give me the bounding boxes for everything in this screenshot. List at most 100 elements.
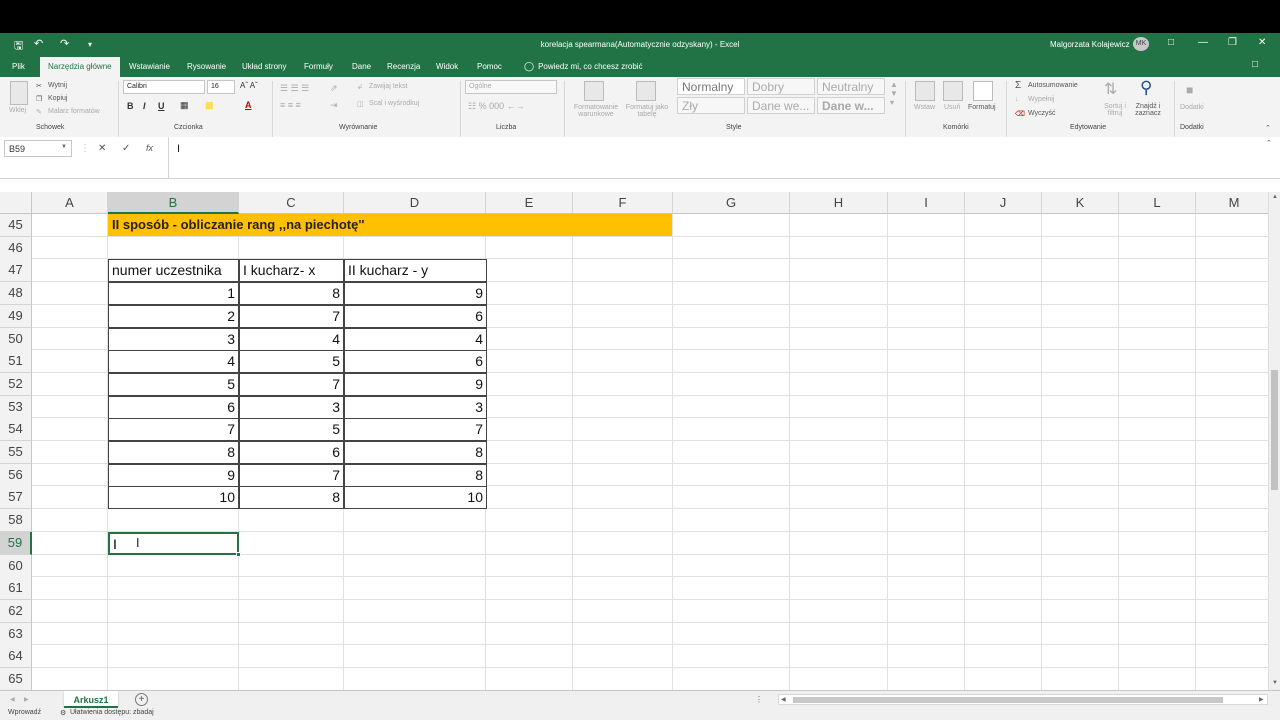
collapse-ribbon-icon[interactable]: ⌃ [1265,124,1271,132]
accessibility-status[interactable]: Ułatwienia dostępu: zbadaj [70,709,154,716]
font-name-select[interactable]: Calibri [123,80,205,94]
bold-button[interactable]: B [127,101,134,111]
row-header-65[interactable]: 65 [0,668,32,690]
splitter-icon[interactable]: ⋮ [755,695,763,704]
style-good[interactable]: Dobry [747,78,815,95]
style-neutral[interactable]: Neutralny [817,78,885,95]
styles-scroll-icon[interactable]: ▲ ▼ ▾ [890,80,898,107]
tab-review[interactable]: Recenzja [387,62,420,71]
clear-icon[interactable]: ⌫ [1015,110,1025,118]
format-painter-button[interactable]: Malarz formatów [48,108,100,115]
row-header-61[interactable]: 61 [0,577,32,601]
row-header-56[interactable]: 56 [0,463,32,487]
row-header-63[interactable]: 63 [0,622,32,646]
row-header-59[interactable]: 59 [0,531,32,555]
table-cell[interactable]: 7 [108,418,239,442]
confirm-entry-icon[interactable]: ✓ [122,143,130,154]
align-top-icon[interactable]: ☰ ☰ ☰ [280,83,309,94]
scroll-down-icon[interactable]: ▼ [1272,680,1278,686]
tab-draw[interactable]: Rysowanie [187,62,226,71]
name-box[interactable]: B59 ▼ [4,140,72,157]
row-header-54[interactable]: 54 [0,418,32,442]
scroll-up-icon[interactable]: ▲ [1272,194,1278,200]
horizontal-scrollbar[interactable]: ◀ ▶ [778,694,1268,705]
format-cells-icon[interactable] [973,81,993,101]
currency-icon[interactable]: ☷ % 000 ←→ [468,101,525,112]
addins-button[interactable]: Dodatki [1180,104,1204,111]
column-header-i[interactable]: I [888,192,965,214]
row-header-62[interactable]: 62 [0,599,32,623]
table-cell[interactable]: 1 [108,282,239,306]
row-header-53[interactable]: 53 [0,395,32,419]
cut-icon[interactable]: ✂ [36,82,42,90]
table-cell[interactable]: 4 [239,327,344,351]
table-header-cell[interactable]: II kucharz - y [344,259,487,283]
tab-formulas[interactable]: Formuły [304,62,333,71]
formula-input[interactable]: I [168,137,1268,179]
style-normal[interactable]: Normalny [677,78,745,95]
borders-icon[interactable]: ▦ [180,100,189,111]
column-header-j[interactable]: J [965,192,1042,214]
ribbon-display-icon[interactable]: □ [1168,37,1174,48]
table-cell[interactable]: 9 [344,372,487,396]
accessibility-icon[interactable]: ⚙ [60,709,66,717]
wrap-text-button[interactable]: Zawijaj tekst [369,83,408,90]
format-cells-button[interactable]: Formatuj [968,104,996,111]
next-sheet-icon[interactable]: ▶ [24,696,29,703]
tell-me-search[interactable]: ◯ Powiedz mi, co chcesz zrobić [524,61,643,72]
tab-help[interactable]: Pomoc [477,62,502,71]
font-size-select[interactable]: 16 [207,80,235,94]
addins-icon[interactable]: ■ [1186,83,1193,97]
select-all-corner[interactable] [0,192,32,214]
find-select-icon[interactable]: ⚲ [1140,78,1152,98]
vertical-scrollbar[interactable]: ▲ ▼ [1268,192,1280,690]
table-cell[interactable]: 8 [344,441,487,464]
merge-icon[interactable]: ◫ [357,100,364,108]
expand-formula-bar-icon[interactable]: ⌃ [1266,139,1272,147]
scroll-left-icon[interactable]: ◀ [781,696,786,703]
delete-cells-button[interactable]: Usuń [944,104,960,111]
conditional-formatting-icon[interactable] [584,81,604,101]
table-cell[interactable]: 8 [108,441,239,464]
column-header-f[interactable]: F [573,192,673,214]
table-cell[interactable]: 9 [344,282,487,306]
prev-sheet-icon[interactable]: ◀ [10,696,15,703]
table-cell[interactable]: 9 [108,463,239,487]
table-cell[interactable]: 8 [239,486,344,510]
row-header-45[interactable]: 45 [0,214,32,237]
sort-filter-button[interactable]: Sortuj i filtruj [1100,103,1130,117]
tab-page-layout[interactable]: Układ strony [242,62,286,71]
autosum-button[interactable]: Autosumowanie [1028,82,1078,89]
vertical-scroll-thumb[interactable] [1271,370,1278,490]
font-color-button[interactable]: A [245,100,252,110]
table-cell[interactable]: 6 [108,395,239,419]
paste-button[interactable]: Wklej [9,107,26,114]
tab-home[interactable]: Narzędzia główne [40,57,120,77]
table-cell[interactable]: 5 [108,372,239,396]
table-cell[interactable]: 7 [239,372,344,396]
delete-cells-icon[interactable] [943,81,963,101]
row-header-48[interactable]: 48 [0,282,32,306]
table-header-cell[interactable]: I kucharz- x [239,259,344,283]
style-output[interactable]: Dane w... [817,97,885,114]
table-cell[interactable]: 7 [239,304,344,328]
merge-center-button[interactable]: Scal i wyśrodkuj [369,100,419,107]
number-format-select[interactable]: Ogólne [465,80,557,94]
insert-function-icon[interactable]: fx [146,143,153,153]
conditional-formatting-button[interactable]: Formatowanie warunkowe [568,104,624,118]
underline-button[interactable]: U [158,101,165,111]
cut-button[interactable]: Wytnij [48,82,67,89]
row-header-64[interactable]: 64 [0,645,32,669]
table-cell[interactable]: 6 [344,350,487,374]
column-header-e[interactable]: E [486,192,573,214]
table-cell[interactable]: 5 [239,418,344,442]
worksheet-grid[interactable]: ABCDEFGHIJKLM 45 46 47 48 49 50 51 52 53 54 55 56 57… [0,192,1268,690]
cancel-entry-icon[interactable]: ✕ [98,143,106,154]
table-cell[interactable]: 3 [344,395,487,419]
row-header-47[interactable]: 47 [0,259,32,283]
clear-button[interactable]: Wyczyść [1028,110,1056,117]
row-header-51[interactable]: 51 [0,350,32,374]
italic-button[interactable]: I [143,101,146,111]
sort-filter-icon[interactable]: ⇅ [1104,79,1117,99]
column-header-k[interactable]: K [1042,192,1119,214]
